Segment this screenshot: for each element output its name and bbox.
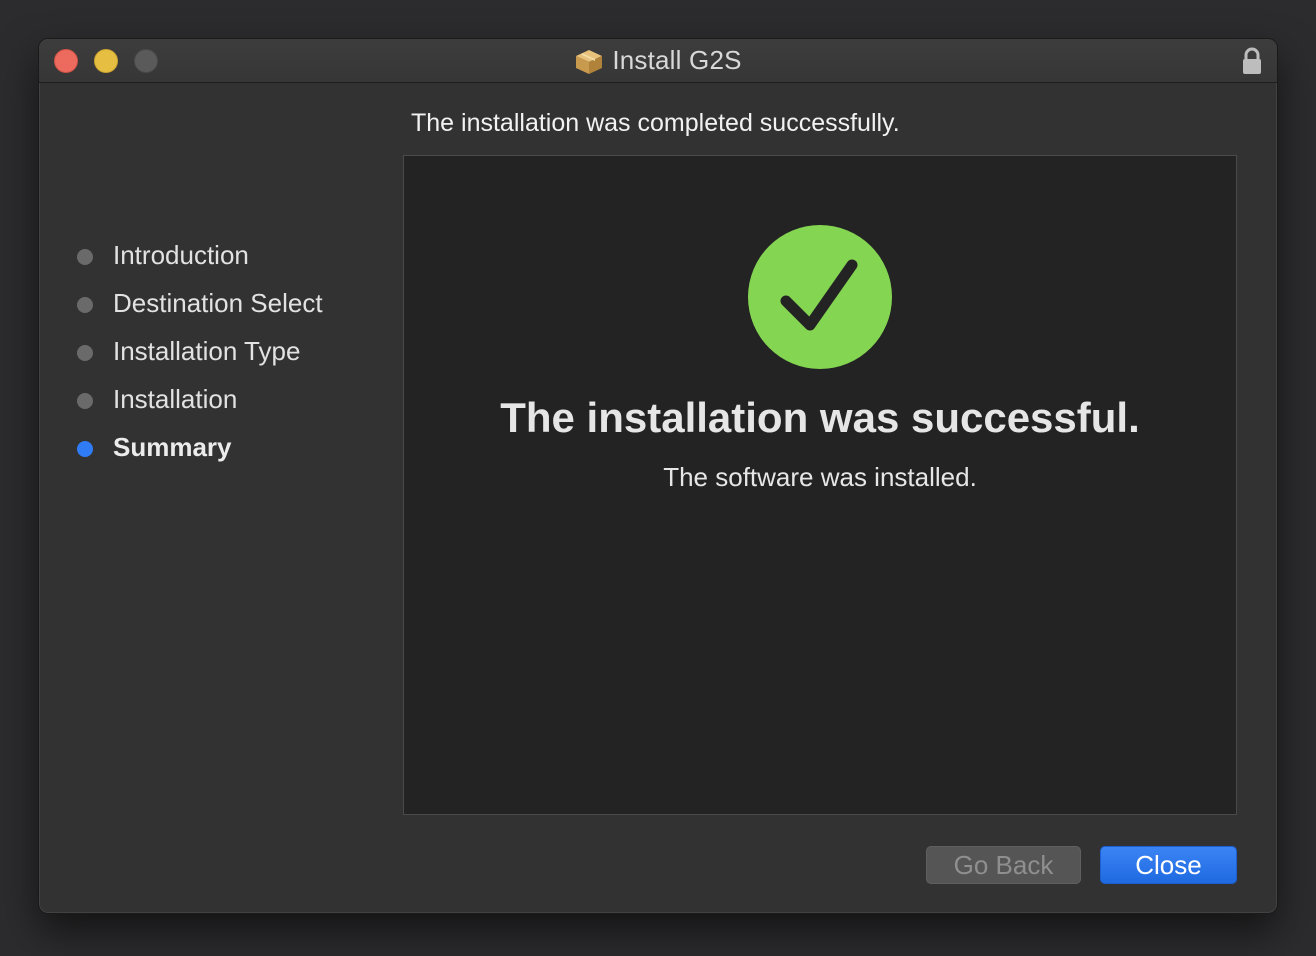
title-bar: Install G2S: [39, 39, 1277, 83]
close-button[interactable]: Close: [1100, 846, 1237, 884]
steps-sidebar: Introduction Destination Select Installa…: [39, 83, 379, 913]
result-title: The installation was successful.: [500, 394, 1140, 441]
window-title: Install G2S: [612, 45, 742, 75]
step-dot-icon: [77, 249, 93, 265]
sidebar-item-label: Summary: [113, 431, 232, 462]
package-icon: [576, 49, 603, 74]
sidebar-item-label: Installation Type: [113, 335, 301, 366]
checkmark-icon: [780, 259, 858, 331]
sidebar-item-label: Destination Select: [113, 287, 323, 318]
step-dot-icon: [77, 393, 93, 409]
installer-window: Install G2S Introduction Destination Sel…: [38, 38, 1278, 914]
success-badge: [748, 225, 892, 369]
go-back-button[interactable]: Go Back: [926, 846, 1081, 884]
window-title-group: Install G2S: [39, 39, 1277, 82]
step-dot-icon: [77, 297, 93, 313]
page-header: The installation was completed successfu…: [411, 109, 900, 137]
result-subtitle: The software was installed.: [663, 462, 977, 492]
sidebar-item-summary: Summary: [77, 429, 232, 465]
summary-panel: The installation was successful. The sof…: [403, 155, 1237, 815]
sidebar-item-label: Introduction: [113, 239, 249, 270]
sidebar-item-installation: Installation: [77, 381, 237, 417]
sidebar-item-destination-select: Destination Select: [77, 285, 323, 321]
active-step-dot-icon: [77, 441, 93, 457]
sidebar-item-installation-type: Installation Type: [77, 333, 300, 369]
step-dot-icon: [77, 345, 93, 361]
sidebar-item-introduction: Introduction: [77, 237, 249, 273]
sidebar-item-label: Installation: [113, 383, 238, 414]
lock-icon[interactable]: [1241, 47, 1263, 75]
